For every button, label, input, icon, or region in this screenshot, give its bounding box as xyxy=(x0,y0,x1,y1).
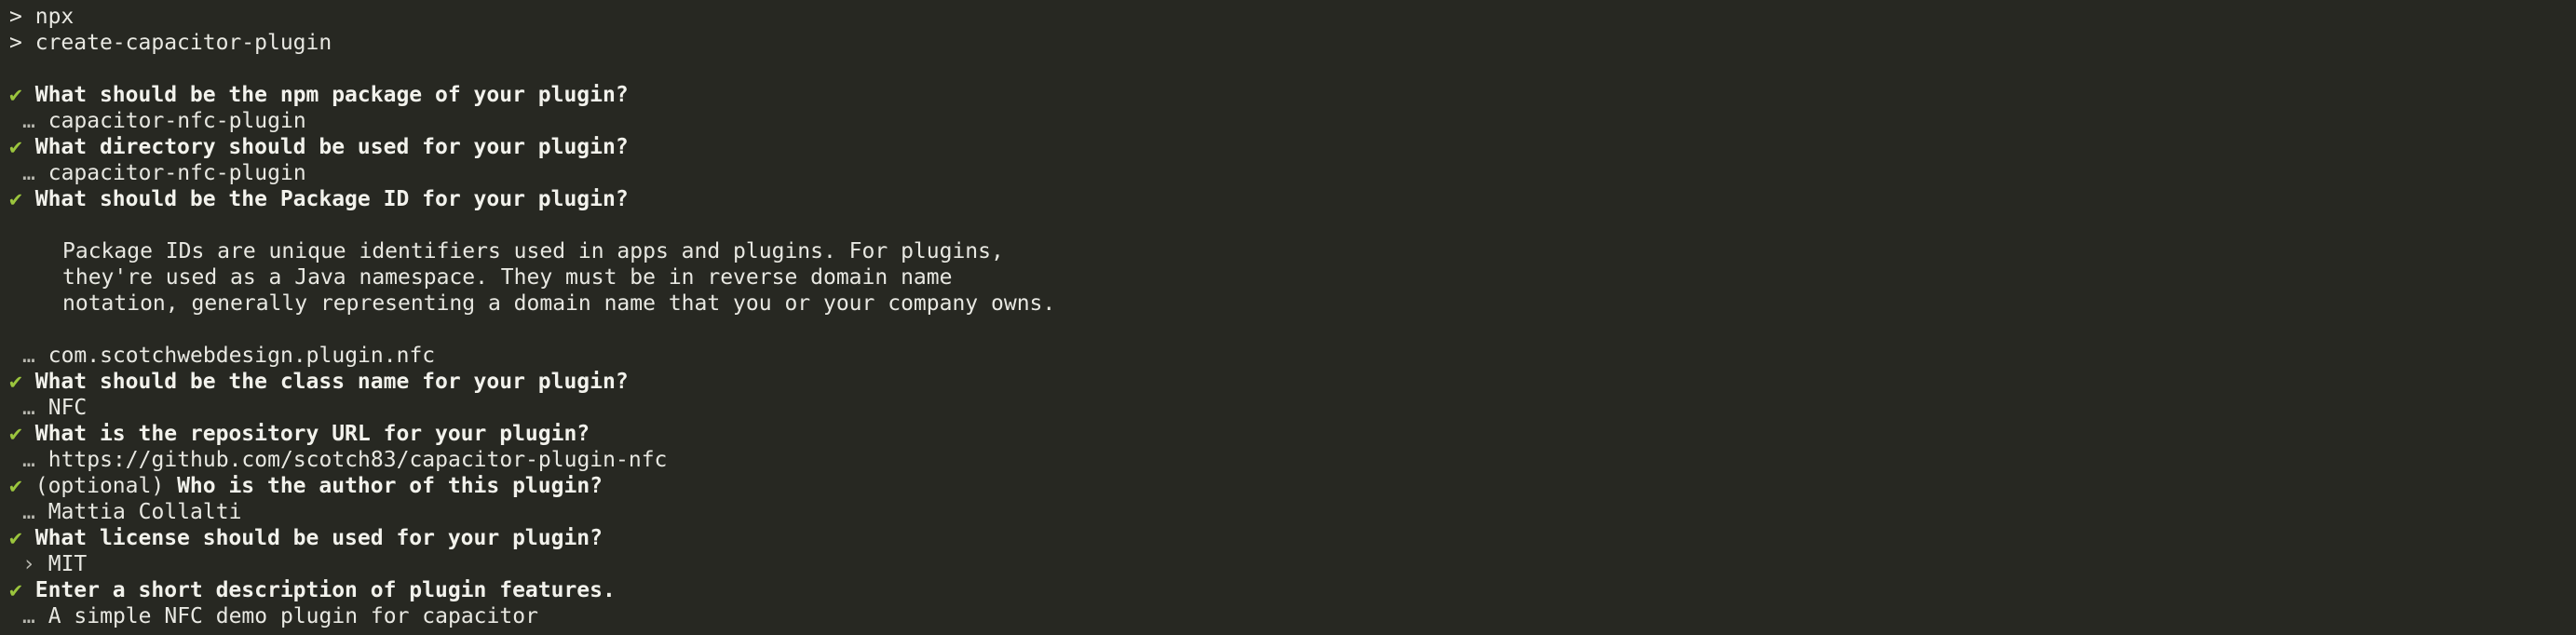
question-text: What license should be used for your plu… xyxy=(34,526,603,550)
answer-line: … com.scotchwebdesign.plugin.nfc xyxy=(9,343,2561,369)
question-text: Enter a short description of plugin feat… xyxy=(34,578,616,602)
answer-text: A simple NFC demo plugin for capacitor xyxy=(47,604,538,628)
question-line: ✔ What should be the class name for your… xyxy=(9,369,2561,395)
check-icon: ✔ xyxy=(9,526,22,550)
help-text-line: Package IDs are unique identifiers used … xyxy=(62,239,1004,263)
ellipsis-icon: … xyxy=(22,109,35,133)
check-icon: ✔ xyxy=(9,135,22,159)
question-text: What should be the class name for your p… xyxy=(34,370,629,394)
command-text: create-capacitor-plugin xyxy=(34,31,332,55)
answer-line: … A simple NFC demo plugin for capacitor xyxy=(9,603,2561,629)
ellipsis-icon: … xyxy=(22,396,35,420)
question-line: ✔ What is the repository URL for your pl… xyxy=(9,421,2561,447)
answer-line: › MIT xyxy=(9,551,2561,577)
ellipsis-icon: … xyxy=(22,161,35,185)
answer-line: … capacitor-nfc-plugin xyxy=(9,108,2561,134)
answer-text: NFC xyxy=(47,396,88,420)
question-line: ✔ What should be the npm package of your… xyxy=(9,82,2561,108)
optional-prefix: (optional) xyxy=(34,474,165,498)
check-icon: ✔ xyxy=(9,83,22,107)
question-text: What directory should be used for your p… xyxy=(34,135,629,159)
question-line: ✔ Enter a short description of plugin fe… xyxy=(9,577,2561,603)
terminal-output: > npx > create-capacitor-plugin ✔ What s… xyxy=(9,4,2561,629)
answer-text: com.scotchwebdesign.plugin.nfc xyxy=(47,344,436,368)
check-icon: ✔ xyxy=(9,578,22,602)
ellipsis-icon: … xyxy=(22,448,35,472)
answer-line: … capacitor-nfc-plugin xyxy=(9,160,2561,186)
ellipsis-icon: … xyxy=(22,500,35,524)
command-text: npx xyxy=(34,5,75,29)
command-line: > create-capacitor-plugin xyxy=(9,30,2561,56)
question-text: What should be the Package ID for your p… xyxy=(34,187,629,211)
help-text-line: they're used as a Java namespace. They m… xyxy=(62,265,953,290)
answer-text: capacitor-nfc-plugin xyxy=(47,109,306,133)
answer-text: https://github.com/scotch83/capacitor-pl… xyxy=(47,448,668,472)
prompt-symbol: > xyxy=(9,31,22,55)
question-text: What is the repository URL for your plug… xyxy=(34,422,590,446)
check-icon: ✔ xyxy=(9,370,22,394)
answer-text: MIT xyxy=(47,552,88,576)
check-icon: ✔ xyxy=(9,422,22,446)
ellipsis-icon: … xyxy=(22,604,35,628)
answer-line: … Mattia Collalti xyxy=(9,499,2561,525)
chevron-right-icon: › xyxy=(22,552,35,576)
question-text: What should be the npm package of your p… xyxy=(34,83,629,107)
question-text: Who is the author of this plugin? xyxy=(177,474,603,498)
check-icon: ✔ xyxy=(9,187,22,211)
question-line: ✔ What directory should be used for your… xyxy=(9,134,2561,160)
question-line: ✔ (optional) Who is the author of this p… xyxy=(9,473,2561,499)
question-line: ✔ What license should be used for your p… xyxy=(9,525,2561,551)
command-line: > npx xyxy=(9,4,2561,30)
ellipsis-icon: … xyxy=(22,344,35,368)
check-icon: ✔ xyxy=(9,474,22,498)
prompt-symbol: > xyxy=(9,5,22,29)
answer-text: capacitor-nfc-plugin xyxy=(47,161,306,185)
answer-text: Mattia Collalti xyxy=(47,500,242,524)
question-line: ✔ What should be the Package ID for your… xyxy=(9,186,2561,212)
answer-line: … NFC xyxy=(9,395,2561,421)
answer-line: … https://github.com/scotch83/capacitor-… xyxy=(9,447,2561,473)
help-text-line: notation, generally representing a domai… xyxy=(62,291,1056,316)
